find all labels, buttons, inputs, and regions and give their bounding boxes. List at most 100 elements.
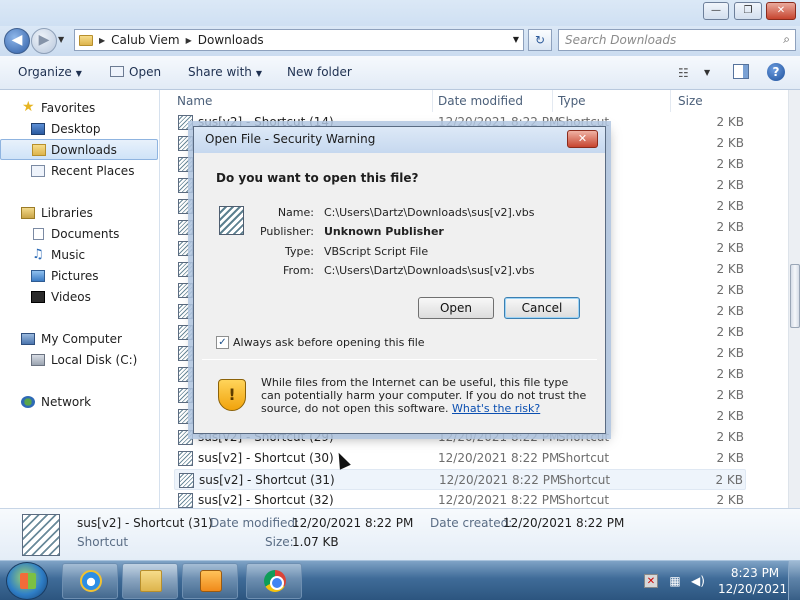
column-headers: Name Date modified Type Size bbox=[160, 90, 788, 112]
field-value-from: C:\Users\Dartz\Downloads\sus[v2].vbs bbox=[324, 264, 535, 277]
organize-button[interactable]: Organize ▼ bbox=[18, 65, 82, 79]
nav-desktop[interactable]: Desktop bbox=[0, 119, 158, 140]
breadcrumb-downloads[interactable]: Downloads bbox=[198, 33, 264, 47]
dialog-close-button[interactable]: ✕ bbox=[567, 130, 598, 148]
chevron-down-icon[interactable]: ▼ bbox=[704, 68, 710, 77]
new-folder-button[interactable]: New folder bbox=[287, 65, 352, 79]
file-size: 2 KB bbox=[716, 367, 744, 381]
music-icon: ♫ bbox=[32, 247, 44, 262]
volume-icon[interactable]: ◀) bbox=[691, 574, 705, 588]
back-arrow-icon: ◀ bbox=[11, 32, 23, 48]
file-name: sus[v2] - Shortcut (30) bbox=[198, 451, 334, 465]
column-divider[interactable] bbox=[552, 90, 553, 112]
cancel-button[interactable]: Cancel bbox=[504, 297, 580, 319]
search-placeholder: Search Downloads bbox=[565, 33, 677, 47]
dialog-divider bbox=[202, 359, 597, 360]
column-header-type[interactable]: Type bbox=[558, 94, 586, 108]
shortcut-file-icon bbox=[179, 473, 194, 488]
table-row[interactable]: sus[v2] - Shortcut (31) 12/20/2021 8:22 P… bbox=[174, 469, 746, 490]
clock-date[interactable]: 12/20/2021 bbox=[718, 582, 787, 596]
open-file-button[interactable]: Open bbox=[418, 297, 494, 319]
nav-documents[interactable]: Documents bbox=[0, 224, 158, 245]
taskbar-internet-explorer[interactable] bbox=[62, 563, 118, 599]
clock-time[interactable]: 8:23 PM bbox=[725, 566, 785, 580]
help-icon[interactable]: ? bbox=[767, 63, 785, 81]
share-with-label: Share with bbox=[188, 65, 252, 79]
back-button[interactable]: ◀ bbox=[4, 28, 30, 54]
action-center-flag-icon[interactable]: ✕ bbox=[644, 574, 658, 588]
recent-pages-dropdown[interactable]: ▼ bbox=[58, 35, 64, 44]
column-header-name[interactable]: Name bbox=[177, 94, 212, 108]
maximize-button[interactable]: ❐ bbox=[734, 2, 762, 20]
always-ask-checkbox[interactable]: ✓ bbox=[216, 336, 229, 349]
star-icon: ★ bbox=[22, 99, 35, 115]
whats-the-risk-link[interactable]: What's the risk? bbox=[452, 402, 540, 415]
file-type: Shortcut bbox=[558, 493, 610, 507]
shortcut-file-icon bbox=[178, 304, 193, 319]
forward-button[interactable]: ▶ bbox=[31, 28, 57, 54]
breadcrumb-user[interactable]: Calub Viem bbox=[111, 33, 179, 47]
always-ask-label[interactable]: Always ask before opening this file bbox=[233, 336, 425, 349]
nav-downloads[interactable]: Downloads bbox=[0, 139, 158, 160]
details-date-created-label: Date created: bbox=[430, 516, 513, 530]
show-desktop-button[interactable] bbox=[788, 561, 800, 600]
search-input[interactable]: Search Downloads ⌕ bbox=[558, 29, 796, 51]
shortcut-file-icon bbox=[178, 325, 193, 340]
nav-network[interactable]: Network bbox=[0, 392, 158, 413]
file-size: 2 KB bbox=[716, 178, 744, 192]
vertical-scrollbar[interactable] bbox=[788, 90, 800, 508]
nav-local-disk[interactable]: Local Disk (C:) bbox=[0, 350, 158, 371]
forward-arrow-icon: ▶ bbox=[38, 32, 50, 48]
security-warning-dialog: Open File - Security Warning ✕ Do you wa… bbox=[193, 126, 606, 434]
close-button[interactable]: ✕ bbox=[766, 2, 796, 20]
videos-icon bbox=[31, 291, 45, 303]
open-button[interactable]: Open bbox=[110, 65, 161, 79]
nav-label: Downloads bbox=[51, 143, 117, 157]
nav-videos[interactable]: Videos bbox=[0, 287, 158, 308]
breadcrumb-arrow-icon[interactable]: ▶ bbox=[99, 36, 105, 45]
nav-label: Favorites bbox=[41, 101, 96, 115]
windows-logo-icon bbox=[20, 573, 36, 589]
taskbar-windows-explorer[interactable] bbox=[122, 563, 178, 599]
refresh-button[interactable]: ↻ bbox=[528, 29, 552, 51]
file-size: 2 KB bbox=[716, 409, 744, 423]
network-tray-icon[interactable]: ▦ bbox=[668, 574, 682, 588]
nav-recent-places[interactable]: Recent Places bbox=[0, 161, 158, 182]
view-options-icon[interactable]: ☷ bbox=[678, 66, 689, 80]
shortcut-file-icon bbox=[178, 493, 193, 508]
folder-icon bbox=[79, 34, 93, 46]
dialog-title: Open File - Security Warning bbox=[205, 132, 376, 146]
taskbar-chrome[interactable] bbox=[246, 563, 302, 599]
file-size: 2 KB bbox=[716, 346, 744, 360]
scrollbar-thumb[interactable] bbox=[790, 264, 800, 328]
share-with-button[interactable]: Share with ▼ bbox=[188, 65, 262, 79]
address-bar[interactable]: ▶ Calub Viem ▶ Downloads ▼ bbox=[74, 29, 524, 51]
minimize-button[interactable]: — bbox=[703, 2, 729, 20]
nav-libraries[interactable]: Libraries bbox=[0, 203, 158, 224]
table-row[interactable]: sus[v2] - Shortcut (30) 12/20/2021 8:22 P… bbox=[174, 448, 746, 469]
downloads-folder-icon bbox=[32, 144, 46, 156]
documents-icon bbox=[33, 228, 44, 240]
column-header-date-modified[interactable]: Date modified bbox=[438, 94, 523, 108]
nav-pictures[interactable]: Pictures bbox=[0, 266, 158, 287]
file-size: 2 KB bbox=[716, 136, 744, 150]
nav-music[interactable]: ♫ Music bbox=[0, 245, 158, 266]
dialog-title-bar[interactable]: Open File - Security Warning ✕ bbox=[194, 127, 605, 153]
file-size: 2 KB bbox=[716, 199, 744, 213]
preview-pane-icon[interactable] bbox=[733, 64, 749, 79]
taskbar-media-player[interactable] bbox=[182, 563, 238, 599]
nav-my-computer[interactable]: My Computer bbox=[0, 329, 158, 350]
file-size: 2 KB bbox=[716, 451, 744, 465]
breadcrumb-arrow-icon[interactable]: ▶ bbox=[186, 36, 192, 45]
nav-favorites[interactable]: ★ Favorites bbox=[0, 98, 158, 119]
file-date: 12/20/2021 8:22 PM bbox=[438, 493, 560, 507]
file-type: Shortcut bbox=[559, 473, 611, 487]
column-header-size[interactable]: Size bbox=[678, 94, 703, 108]
search-icon[interactable]: ⌕ bbox=[783, 32, 790, 47]
column-divider[interactable] bbox=[670, 90, 671, 112]
chevron-down-icon[interactable]: ▼ bbox=[513, 35, 519, 44]
table-row[interactable]: sus[v2] - Shortcut (32) 12/20/2021 8:22 P… bbox=[174, 490, 746, 508]
column-divider[interactable] bbox=[432, 90, 433, 112]
field-label-name: Name: bbox=[277, 206, 314, 219]
start-button[interactable] bbox=[6, 562, 48, 600]
